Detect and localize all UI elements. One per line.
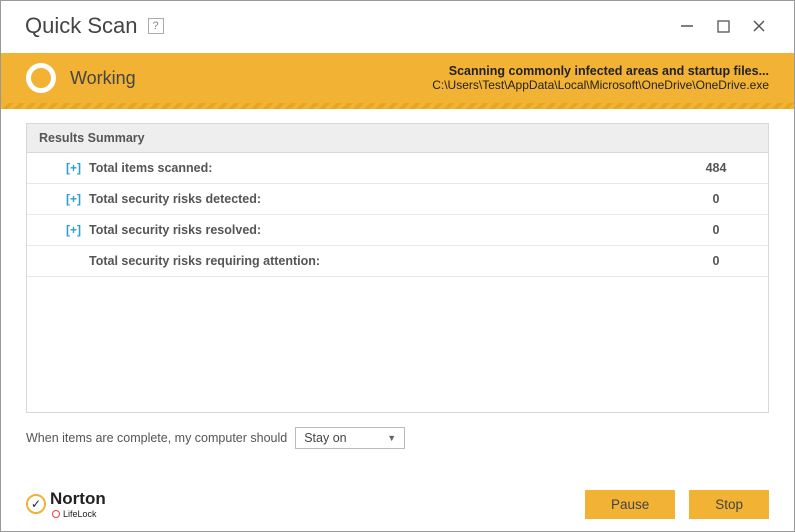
status-current-path: C:\Users\Test\AppData\Local\Microsoft\On… bbox=[432, 78, 769, 92]
status-heading: Scanning commonly infected areas and sta… bbox=[432, 64, 769, 78]
main-area: Results Summary [+] Total items scanned:… bbox=[1, 109, 794, 413]
brand-sub: LifeLock bbox=[63, 509, 97, 519]
window-title: Quick Scan bbox=[25, 13, 138, 39]
result-row: [+] Total items scanned: 484 bbox=[27, 153, 768, 184]
titlebar-left: Quick Scan ? bbox=[25, 13, 164, 39]
brand-subline: LifeLock bbox=[52, 509, 106, 519]
result-value: 0 bbox=[676, 223, 756, 237]
stop-button[interactable]: Stop bbox=[689, 490, 769, 519]
result-row: [+] Total security risks detected: 0 bbox=[27, 184, 768, 215]
result-value: 0 bbox=[676, 192, 756, 206]
completion-row: When items are complete, my computer sho… bbox=[1, 413, 794, 449]
brand-logo: ✓ Norton LifeLock bbox=[26, 489, 106, 519]
chevron-down-icon: ▼ bbox=[387, 433, 396, 443]
titlebar: Quick Scan ? bbox=[1, 1, 794, 53]
spinner-icon bbox=[26, 63, 56, 93]
completion-label: When items are complete, my computer sho… bbox=[26, 431, 287, 445]
result-label: Total security risks requiring attention… bbox=[89, 254, 676, 268]
result-label: Total security risks detected: bbox=[89, 192, 676, 206]
results-header: Results Summary bbox=[27, 124, 768, 153]
close-button[interactable] bbox=[748, 15, 770, 37]
help-icon[interactable]: ? bbox=[148, 18, 164, 34]
checkmark-icon: ✓ bbox=[26, 494, 46, 514]
minimize-button[interactable] bbox=[676, 15, 698, 37]
status-state: Working bbox=[70, 68, 136, 89]
status-bar: Working Scanning commonly infected areas… bbox=[1, 53, 794, 103]
brand-name: Norton bbox=[50, 489, 106, 509]
expand-icon[interactable]: [+] bbox=[66, 161, 81, 175]
pause-button[interactable]: Pause bbox=[585, 490, 675, 519]
expand-icon[interactable]: [+] bbox=[66, 192, 81, 206]
status-right: Scanning commonly infected areas and sta… bbox=[432, 64, 769, 92]
result-value: 0 bbox=[676, 254, 756, 268]
footer: ✓ Norton LifeLock Pause Stop bbox=[1, 479, 794, 531]
footer-buttons: Pause Stop bbox=[585, 490, 769, 519]
maximize-button[interactable] bbox=[712, 15, 734, 37]
lifelock-icon bbox=[52, 510, 60, 518]
completion-dropdown[interactable]: Stay on ▼ bbox=[295, 427, 405, 449]
window-controls bbox=[676, 15, 770, 37]
status-left: Working bbox=[26, 63, 136, 93]
expand-icon[interactable]: [+] bbox=[66, 223, 81, 237]
result-value: 484 bbox=[676, 161, 756, 175]
result-row: Total security risks requiring attention… bbox=[27, 246, 768, 277]
completion-selected: Stay on bbox=[304, 431, 346, 445]
result-row: [+] Total security risks resolved: 0 bbox=[27, 215, 768, 246]
result-label: Total security risks resolved: bbox=[89, 223, 676, 237]
result-label: Total items scanned: bbox=[89, 161, 676, 175]
results-panel: Results Summary [+] Total items scanned:… bbox=[26, 123, 769, 413]
